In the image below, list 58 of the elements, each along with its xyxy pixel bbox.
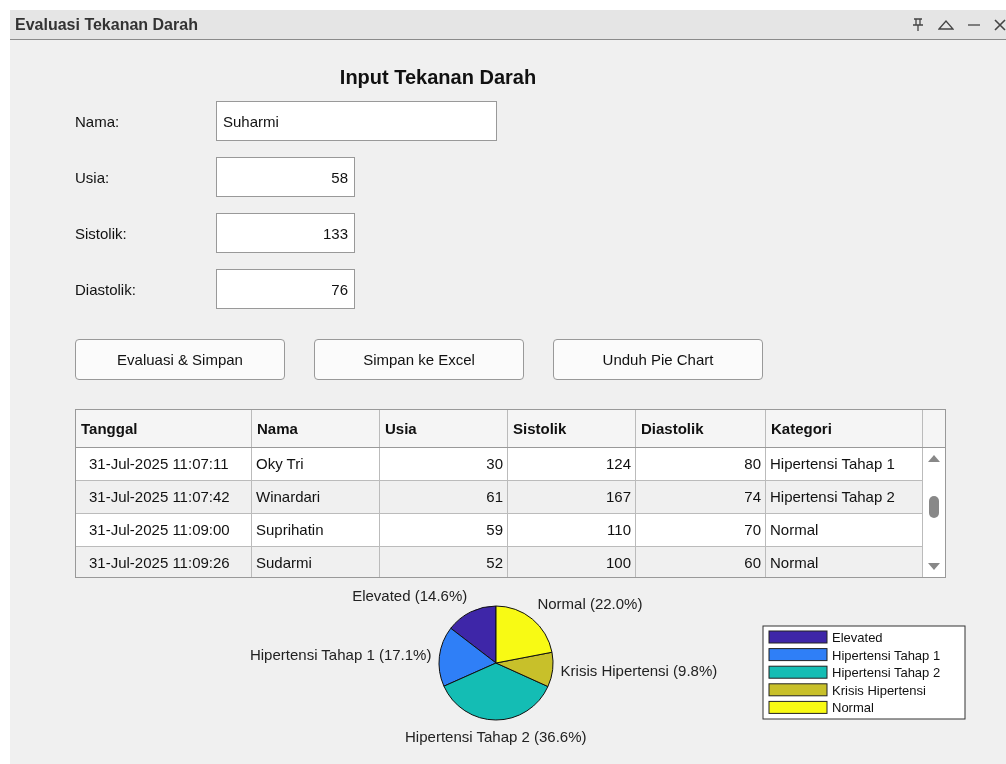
table-cell: 110 xyxy=(508,514,636,546)
table-cell: 31-Jul-2025 11:09:26 xyxy=(76,547,252,577)
legend-label: Hipertensi Tahap 2 xyxy=(832,665,941,681)
triangle-icon[interactable] xyxy=(938,19,954,30)
close-icon[interactable] xyxy=(994,18,1006,31)
table-cell: Winardari xyxy=(252,481,380,513)
slice-label: Hipertensi Tahap 1 (17.1%) xyxy=(249,646,432,664)
legend-label: Elevated xyxy=(832,630,883,645)
table-cell: 124 xyxy=(508,448,636,480)
legend-swatch xyxy=(768,683,828,697)
window-title: Evaluasi Tekanan Darah xyxy=(15,15,198,34)
table-cell: 31-Jul-2025 11:09:00 xyxy=(76,514,252,546)
action-button[interactable]: Evaluasi & Simpan xyxy=(75,339,285,380)
column-header[interactable]: Tanggal xyxy=(76,410,252,447)
slice-label: Hipertensi Tahap 2 (36.6%) xyxy=(405,728,587,745)
field-label: Nama: xyxy=(75,112,121,130)
table-cell: 100 xyxy=(508,547,636,577)
slice-label: Krisis Hipertensi (9.8%) xyxy=(560,661,718,679)
table-cell: 61 xyxy=(380,481,508,513)
slice-label: Normal (22.0%) xyxy=(537,594,643,612)
legend-label: Krisis Hipertensi xyxy=(832,682,926,698)
table-cell: 167 xyxy=(508,481,636,513)
field-label: Usia: xyxy=(75,168,111,186)
column-header[interactable]: Nama xyxy=(252,410,380,447)
input-field[interactable]: 58 xyxy=(216,157,355,197)
legend-label: Hipertensi Tahap 1 xyxy=(832,647,941,663)
table-cell: 80 xyxy=(636,448,766,480)
input-field[interactable]: 133 xyxy=(216,213,355,253)
slice-label: Elevated (14.6%) xyxy=(352,586,468,604)
action-button[interactable]: Unduh Pie Chart xyxy=(553,339,763,380)
column-header[interactable]: Usia xyxy=(380,410,508,447)
table-cell: 52 xyxy=(380,547,508,577)
column-header[interactable]: Kategori xyxy=(766,410,923,447)
table-cell: 30 xyxy=(380,448,508,480)
form-heading: Input Tekanan Darah xyxy=(338,65,538,89)
table-cell: 60 xyxy=(636,547,766,577)
table-cell: 74 xyxy=(636,481,766,513)
column-header[interactable]: Diastolik xyxy=(636,410,766,447)
field-label: Sistolik: xyxy=(75,224,128,242)
table-cell: Suprihatin xyxy=(252,514,380,546)
legend-swatch xyxy=(768,700,828,714)
minimize-icon[interactable] xyxy=(968,22,980,27)
legend-swatch xyxy=(768,630,828,644)
legend-swatch xyxy=(768,648,828,662)
pin-icon[interactable] xyxy=(912,17,924,32)
input-field[interactable]: 76 xyxy=(216,269,355,309)
legend-label: Normal xyxy=(832,700,874,716)
table-cell: 59 xyxy=(380,514,508,546)
table-cell: Oky Tri xyxy=(252,448,380,480)
input-field[interactable]: Suharmi xyxy=(216,101,497,141)
table-cell: 31-Jul-2025 11:07:11 xyxy=(76,448,252,480)
table-cell: 31-Jul-2025 11:07:42 xyxy=(76,481,252,513)
table-cell: Sudarmi xyxy=(252,547,380,577)
field-label: Diastolik: xyxy=(75,280,137,298)
table-cell: 70 xyxy=(636,514,766,546)
action-button[interactable]: Simpan ke Excel xyxy=(314,339,524,380)
column-header[interactable]: Sistolik xyxy=(508,410,636,447)
legend-swatch xyxy=(768,665,828,679)
